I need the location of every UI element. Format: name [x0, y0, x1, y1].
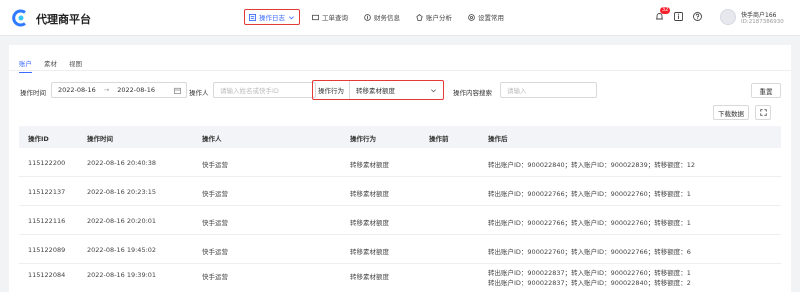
- cell-after-line: 转出账户ID：900022837；转入账户ID：900022840；转移额度：2: [488, 279, 691, 287]
- cell-action: 转移素材额度: [350, 161, 389, 169]
- operator-input[interactable]: 请输入姓名或快手ID: [213, 82, 316, 98]
- operator-placeholder: 请输入姓名或快手ID: [220, 87, 279, 95]
- app-logo-icon: [12, 9, 26, 27]
- operator-filter-label: 操作人: [189, 89, 209, 97]
- column-header-action: 操作行为: [350, 135, 376, 143]
- nav-item-label: 工单查询: [322, 14, 348, 22]
- reset-button[interactable]: 重置: [751, 83, 781, 98]
- cell-operator: 快手运营: [202, 190, 228, 198]
- nav-item-label: 财务信息: [374, 14, 400, 22]
- column-header-before: 操作前: [429, 135, 449, 143]
- cell-id: 115122116: [28, 217, 66, 225]
- date-start: 2022-08-16: [58, 86, 96, 94]
- settings-icon: [468, 13, 475, 21]
- cell-after: 转出账户ID：900022840；转入账户ID：900022839；转移额度：1…: [488, 161, 696, 169]
- cell-after: 转出账户ID：900022766；转入账户ID：900022760；转移额度：1: [488, 219, 691, 227]
- content-search-placeholder: 请输入: [507, 87, 527, 95]
- cell-operator: 快手运营: [202, 248, 228, 256]
- action-select-value: 转移素材额度: [356, 87, 395, 95]
- nav-item-account-analysis[interactable]: 账户分析: [412, 9, 456, 25]
- column-header-operator: 操作人: [202, 135, 222, 143]
- table-row: 115122116 2022-08-16 20:20:01 快手运营 转移素材额…: [19, 206, 781, 235]
- notification-badge: 32: [660, 7, 671, 14]
- cell-time: 2022-08-16 20:40:38: [87, 159, 157, 167]
- expand-icon: [759, 109, 767, 116]
- app-title: 代理商平台: [36, 13, 91, 26]
- cell-after: 转出账户ID：900022837；转入账户ID：900022760；转移额度：1…: [488, 268, 691, 288]
- cell-time: 2022-08-16 19:45:02: [87, 246, 157, 254]
- nav-item-label: 设置常用: [478, 14, 504, 22]
- main-panel: 账户 素材 视图 操作时间 2022-08-16 → 2022-08-16 操作…: [9, 45, 791, 292]
- cell-id: 115122084: [28, 271, 66, 279]
- cell-after: 转出账户ID：900022760；转入账户ID：900022766；转移额度：6: [488, 248, 691, 256]
- fullscreen-button[interactable]: [755, 105, 771, 120]
- date-end: 2022-08-16: [117, 86, 156, 94]
- table-row: 115122137 2022-08-16 20:23:15 快手运营 转移素材额…: [19, 177, 781, 206]
- column-header-time: 操作时间: [87, 135, 113, 143]
- nav-item-label: 账户分析: [426, 14, 452, 22]
- cell-action: 转移素材额度: [350, 219, 389, 227]
- finance-icon: [364, 13, 371, 21]
- table-header: 操作ID 操作时间 操作人 操作行为 操作前 操作后: [19, 126, 781, 148]
- content-filter-label: 操作内容搜索: [453, 89, 492, 97]
- column-header-after: 操作后: [488, 135, 508, 143]
- tabs-divider: [9, 70, 791, 71]
- cell-operator: 快手运营: [202, 273, 228, 281]
- nav-item-ticket-query[interactable]: 工单查询: [308, 9, 352, 25]
- main-nav: 操作日志 工单查询 财务信息 账户分析 设置常用: [244, 8, 516, 26]
- content-search-input[interactable]: 请输入: [500, 82, 597, 98]
- calendar-icon: [174, 87, 181, 94]
- download-button[interactable]: 下载数据: [713, 105, 749, 120]
- cell-operator: 快手运营: [202, 219, 228, 227]
- cell-after-line: 转出账户ID：900022837；转入账户ID：900022760；转移额度：1: [488, 269, 691, 277]
- cell-time: 2022-08-16 19:39:01: [87, 271, 157, 279]
- date-separator: →: [103, 86, 110, 94]
- cell-action: 转移素材额度: [350, 190, 389, 198]
- cell-time: 2022-08-16 20:23:15: [87, 188, 157, 196]
- action-filter-group[interactable]: 操作行为 转移素材额度: [312, 80, 444, 100]
- cell-operator: 快手运营: [202, 161, 228, 169]
- cell-id: 115122137: [28, 188, 66, 196]
- date-range-picker[interactable]: 2022-08-16 → 2022-08-16: [51, 82, 187, 98]
- info-icon[interactable]: [674, 12, 683, 21]
- table-row: 115122200 2022-08-16 20:40:38 快手运营 转移素材额…: [19, 148, 781, 177]
- chevron-down-icon: [289, 15, 294, 19]
- chevron-down-icon: [431, 88, 436, 92]
- cell-action: 转移素材额度: [350, 248, 389, 256]
- ticket-icon: [312, 14, 319, 20]
- cell-action: 转移素材额度: [350, 273, 389, 281]
- help-icon[interactable]: [693, 12, 702, 21]
- analysis-icon: [416, 13, 423, 21]
- nav-item-finance-info[interactable]: 财务信息: [360, 9, 404, 25]
- nav-item-label: 操作日志: [259, 14, 285, 22]
- user-name: 快手商户166: [741, 12, 777, 19]
- top-bar: 代理商平台 操作日志 工单查询 财务信息 账户分析 设置常用 32 快手商户16…: [0, 0, 800, 36]
- cell-id: 115122200: [28, 159, 66, 167]
- cell-time: 2022-08-16 20:20:01: [87, 217, 157, 225]
- log-icon: [249, 13, 256, 21]
- nav-item-settings[interactable]: 设置常用: [464, 9, 508, 25]
- cell-after: 转出账户ID：900022766；转入账户ID：900022760；转移额度：1: [488, 190, 691, 198]
- avatar[interactable]: [720, 9, 736, 25]
- time-filter-label: 操作时间: [20, 89, 46, 97]
- user-id: ID:2187386930: [741, 19, 784, 25]
- column-header-id: 操作ID: [28, 135, 49, 143]
- cell-id: 115122089: [28, 246, 66, 254]
- table-row: 115122089 2022-08-16 19:45:02 快手运营 转移素材额…: [19, 235, 781, 264]
- action-filter-label: 操作行为: [313, 81, 350, 99]
- table-row: 115122084 2022-08-16 19:39:01 快手运营 转移素材额…: [19, 264, 781, 292]
- nav-item-operation-log[interactable]: 操作日志: [244, 9, 300, 25]
